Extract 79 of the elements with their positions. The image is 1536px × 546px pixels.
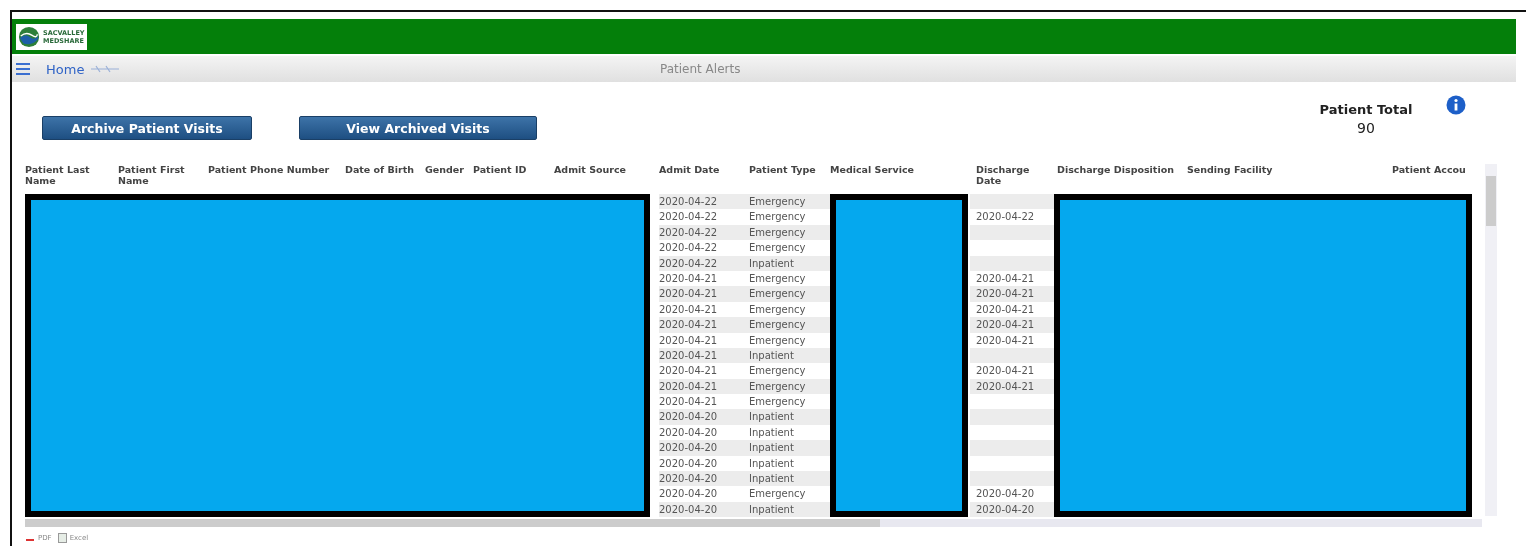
- table-cell-text: Emergency: [749, 487, 807, 502]
- action-button[interactable]: Archive Patient Visits: [42, 116, 252, 140]
- table-cell: 2020-04-22: [659, 224, 749, 241]
- column-header: Discharge Disposition: [1057, 164, 1175, 175]
- vertical-scrollbar[interactable]: [1485, 164, 1497, 516]
- table-cell: 2020-04-20: [659, 409, 749, 425]
- column-header: Medical Service: [830, 164, 916, 175]
- table-cell-text: 2020-04-21: [659, 364, 719, 379]
- table-cell-text: Inpatient: [749, 425, 795, 440]
- table-cell: 2020-04-21: [970, 378, 1057, 395]
- table-cell-text: 2020-04-21: [975, 271, 1036, 286]
- page-title: Patient Alerts: [660, 62, 741, 76]
- table-cell: Emergency: [749, 194, 830, 210]
- table-cell: 2020-04-21: [659, 286, 749, 302]
- table-cell: Emergency: [749, 286, 830, 302]
- column-header: Patient First Name: [118, 164, 186, 186]
- column-header: Admit Source: [554, 164, 628, 175]
- table-cell: Inpatient: [749, 409, 830, 425]
- column-header: Patient ID: [473, 164, 528, 175]
- column-header: Patient Phone Number: [208, 164, 331, 175]
- column-header: Patient Accou: [1392, 164, 1467, 175]
- column-header: Date of Birth: [345, 164, 416, 175]
- table-cell-text: 2020-04-20: [659, 425, 719, 440]
- info-icon[interactable]: [1446, 95, 1466, 115]
- table-cell-text: 2020-04-21: [975, 333, 1036, 348]
- column-header: Patient Type: [749, 164, 817, 175]
- table-cell: 2020-04-20: [659, 440, 749, 456]
- table-cell: Inpatient: [749, 255, 830, 271]
- column-header: Gender: [425, 164, 465, 175]
- spreadsheet-icon[interactable]: [57, 533, 67, 544]
- table-cell: Inpatient: [749, 501, 830, 518]
- table-cell-text: 2020-04-21: [659, 333, 719, 348]
- table-cell-text: 2020-04-21: [659, 302, 719, 317]
- table-cell-text: Emergency: [749, 241, 807, 256]
- table-cell: 2020-04-20: [659, 471, 749, 487]
- table-cell-text: Emergency: [749, 395, 807, 410]
- table-cell-text: Emergency: [749, 271, 807, 286]
- table-cell: 2020-04-22: [659, 255, 749, 271]
- table-cell-text: 2020-04-20: [659, 456, 719, 471]
- column-header: Sending Facility: [1187, 164, 1274, 175]
- table-cell-text: 2020-04-22: [975, 210, 1036, 225]
- table-cell: Inpatient: [749, 471, 830, 487]
- menu-icon[interactable]: [16, 63, 30, 75]
- table-cell-text: 2020-04-20: [975, 487, 1036, 502]
- column-header: Admit Date: [659, 164, 721, 175]
- table-cell-text: 2020-04-21: [659, 395, 719, 410]
- total-label: Patient Total: [1319, 102, 1413, 117]
- table-cell-text: 2020-04-21: [975, 364, 1036, 379]
- table-cell-text: 2020-04-21: [659, 271, 719, 286]
- table-cell-text: Emergency: [749, 333, 807, 348]
- table-cell-text: Inpatient: [749, 456, 795, 471]
- table-cell: 2020-04-20: [970, 501, 1057, 518]
- table-cell-text: Emergency: [749, 302, 807, 317]
- table-cell: 2020-04-21: [970, 317, 1057, 333]
- table-cell-text: Emergency: [749, 210, 807, 225]
- home-link[interactable]: Home: [46, 61, 85, 77]
- table-cell: 2020-04-21: [659, 347, 749, 364]
- column-header: Discharge Date: [975, 164, 1031, 186]
- table-cell-text: 2020-04-22: [659, 241, 719, 256]
- table-cell: 2020-04-22: [659, 194, 749, 210]
- table-cell: Inpatient: [749, 347, 830, 364]
- table-cell-text: Emergency: [749, 364, 807, 379]
- logo-icon: [18, 25, 40, 48]
- table-cell: 2020-04-21: [970, 286, 1057, 302]
- total-value: 90: [1357, 120, 1375, 136]
- action-button[interactable]: View Archived Visits: [299, 116, 537, 140]
- column-header: Patient Last Name: [25, 164, 91, 186]
- table-cell: 2020-04-21: [659, 317, 749, 333]
- table-cell-text: 2020-04-22: [659, 210, 719, 225]
- breadcrumb-icon: [90, 65, 121, 73]
- table-cell: Inpatient: [749, 440, 830, 456]
- table-cell: 2020-04-21: [659, 378, 749, 395]
- table-cell-text: 2020-04-21: [975, 302, 1036, 317]
- table-cell: Emergency: [749, 224, 830, 241]
- table-cell: 2020-04-20: [659, 501, 749, 518]
- table-cell: Emergency: [749, 317, 830, 333]
- horizontal-scrollbar[interactable]: [25, 519, 1482, 528]
- table-cell: Emergency: [749, 378, 830, 395]
- table-cell-text: 2020-04-20: [659, 487, 719, 502]
